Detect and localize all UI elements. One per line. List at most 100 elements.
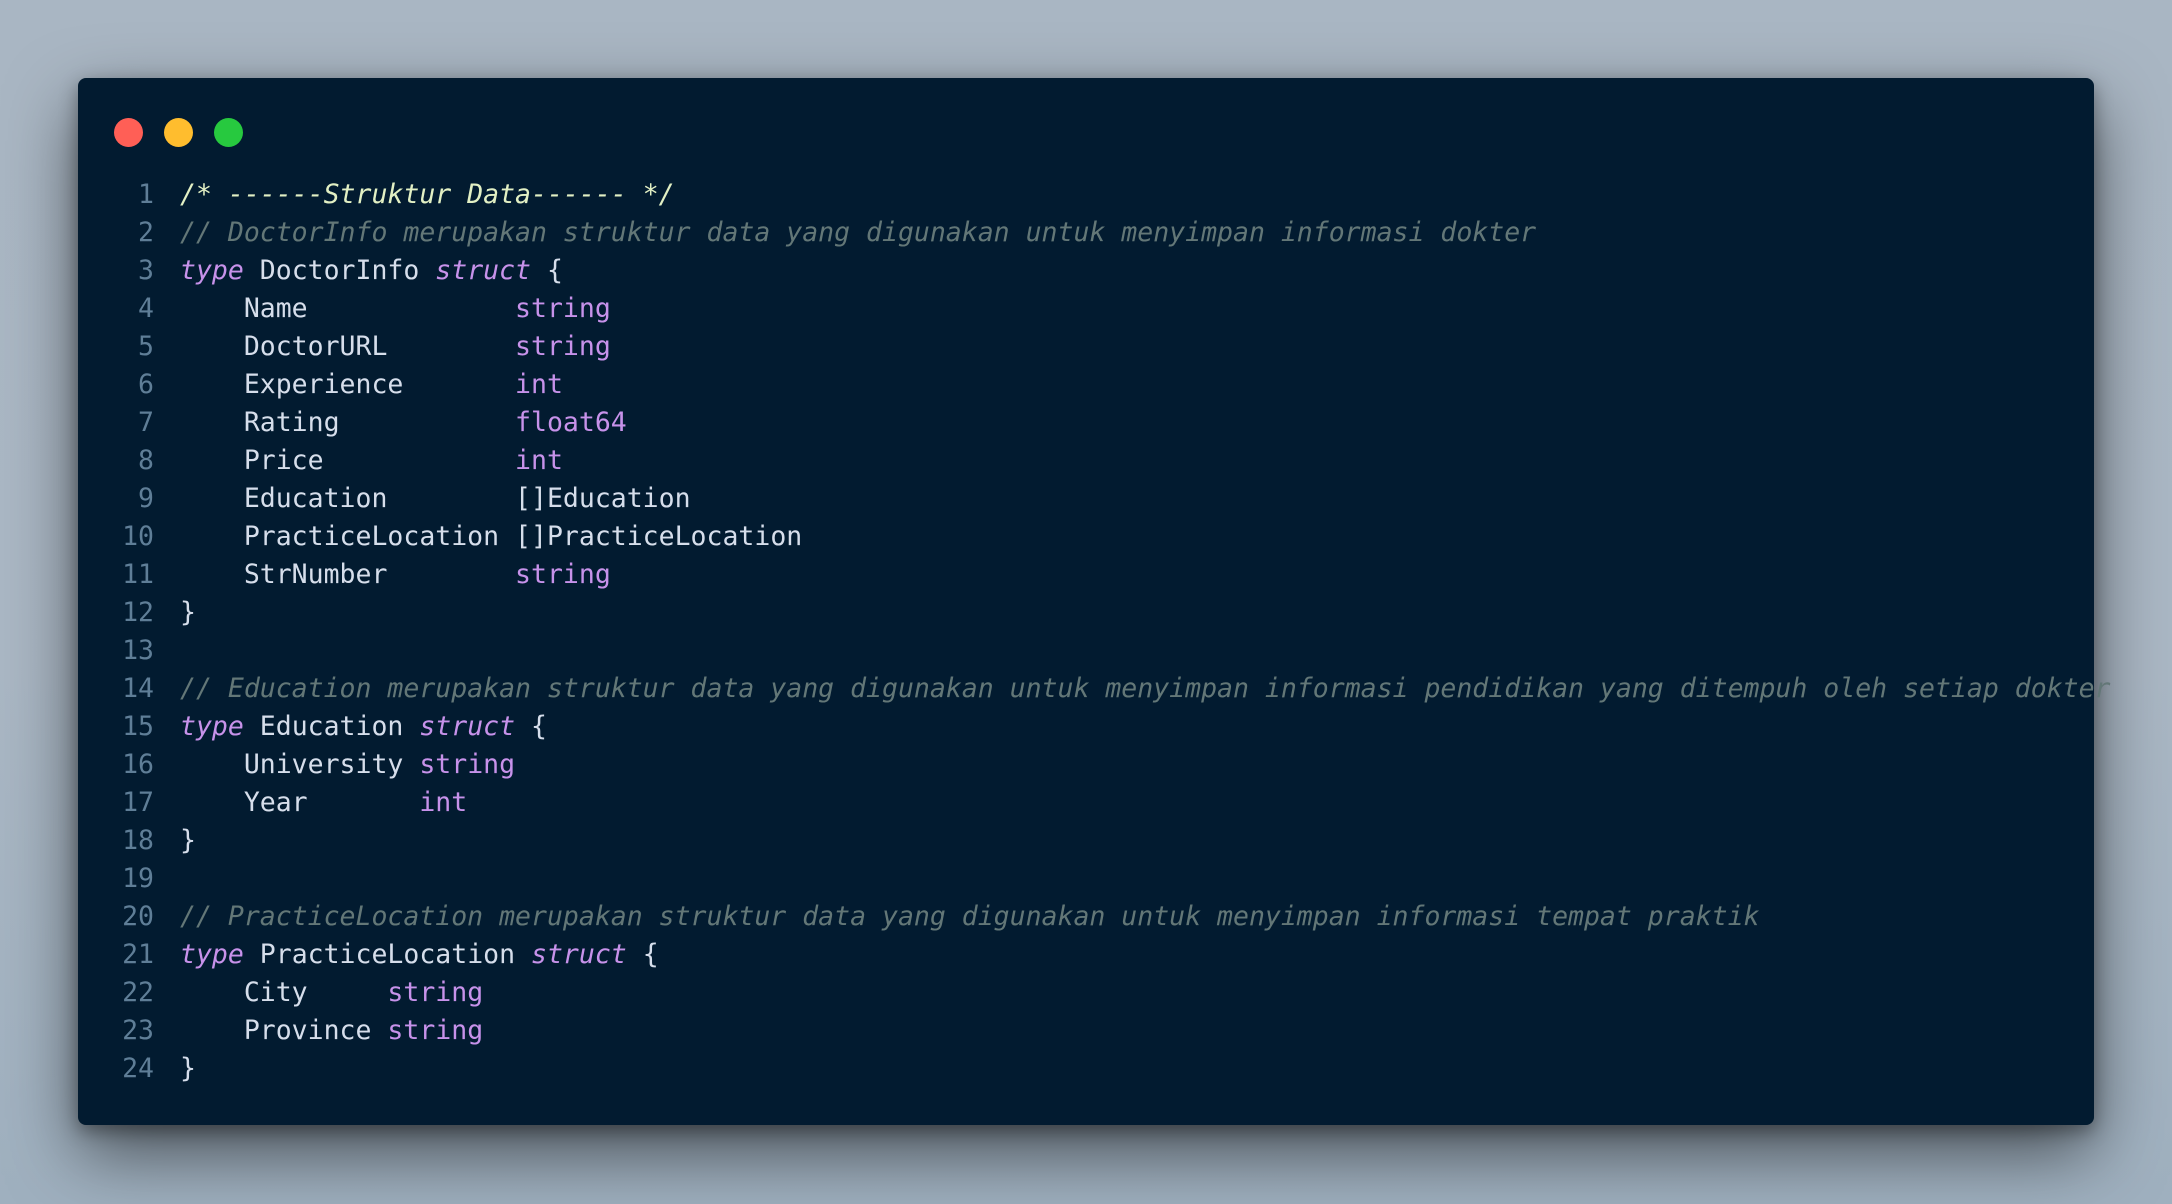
maximize-button[interactable] (214, 118, 243, 147)
close-button[interactable] (114, 118, 143, 147)
code-token: Rating (180, 407, 516, 438)
code-token: string (515, 559, 611, 590)
line-number: 7 (138, 407, 154, 438)
line-number: 15 (122, 711, 154, 742)
code-token: // PracticeLocation merupakan struktur d… (180, 901, 1760, 932)
code-token: Province (180, 1015, 388, 1046)
code-line: 4 Name string (114, 290, 2074, 328)
code-line: 12} (114, 594, 2074, 632)
code-line: 23 Province string (114, 1012, 2074, 1050)
code-line: 8 Price int (114, 442, 2074, 480)
code-token: type (180, 711, 244, 742)
line-number: 1 (138, 179, 154, 210)
code-line: 1/* ------Struktur Data------ */ (114, 176, 2074, 214)
line-source: } (154, 594, 196, 632)
line-number: 23 (122, 1015, 154, 1046)
code-line: 22 City string (114, 974, 2074, 1012)
line-source: Price int (154, 442, 563, 480)
line-source: // PracticeLocation merupakan struktur d… (154, 898, 1759, 936)
line-number: 5 (138, 331, 154, 362)
line-source: PracticeLocation []PracticeLocation (154, 518, 802, 556)
code-token: struct (435, 255, 532, 286)
code-token: } (180, 825, 196, 856)
code-token: { (515, 711, 547, 742)
code-token: type (180, 939, 244, 970)
code-token: ------ */ (531, 179, 675, 210)
code-token: type (180, 255, 244, 286)
code-token: University (180, 749, 420, 780)
code-token: Experience (180, 369, 516, 400)
line-source: type Education struct { (154, 708, 547, 746)
code-token: Year (180, 787, 420, 818)
code-token: struct (419, 711, 516, 742)
code-line: 5 DoctorURL string (114, 328, 2074, 366)
code-token: StrNumber (180, 559, 516, 590)
line-source (154, 632, 180, 670)
code-token: string (387, 1015, 484, 1046)
line-source: } (154, 822, 196, 860)
code-token: DoctorInfo (243, 255, 436, 286)
code-editor[interactable]: 1/* ------Struktur Data------ */2 // Doct… (114, 176, 2110, 1088)
line-source: // Education merupakan struktur data yan… (154, 670, 2110, 708)
code-token: Name (180, 293, 516, 324)
code-line: 21 type PracticeLocation struct { (114, 936, 2074, 974)
line-source: StrNumber string (154, 556, 611, 594)
line-number: 2 (138, 217, 154, 248)
line-source: Name string (154, 290, 611, 328)
line-number: 4 (138, 293, 154, 324)
code-token: struct (531, 939, 627, 970)
code-token: City (180, 977, 388, 1008)
line-number: 13 (122, 635, 154, 666)
line-number: 6 (138, 369, 154, 400)
line-source: Rating float64 (154, 404, 627, 442)
code-token: int (515, 445, 563, 476)
line-source: Province string (154, 1012, 483, 1050)
code-line: 9 Education []Education (114, 480, 2074, 518)
line-number: 21 (122, 939, 154, 970)
code-line: 20 // PracticeLocation merupakan struktur… (114, 898, 2074, 936)
code-token: // DoctorInfo merupakan struktur data ya… (180, 217, 1537, 248)
code-token: Education (243, 711, 420, 742)
code-token: Education (180, 483, 516, 514)
code-line: 10 PracticeLocation []PracticeLocation (114, 518, 2074, 556)
code-line: 19 (114, 860, 2074, 898)
code-line: 15 type Education struct { (114, 708, 2074, 746)
code-window: 1/* ------Struktur Data------ */2 // Doct… (78, 78, 2110, 1125)
line-number: 20 (122, 901, 154, 932)
line-number: 19 (122, 863, 154, 894)
code-token: PracticeLocation (180, 521, 516, 552)
code-token: PracticeLocation (243, 939, 532, 970)
line-number: 10 (122, 521, 154, 552)
code-line: 14 // Education merupakan struktur data y… (114, 670, 2110, 708)
code-line: 18} (114, 822, 2074, 860)
code-line: 3 type DoctorInfo struct { (114, 252, 2074, 290)
line-source: Year int (154, 784, 467, 822)
code-token: string (419, 749, 516, 780)
code-token: string (515, 293, 611, 324)
line-source: /* ------Struktur Data------ */ (154, 176, 675, 214)
line-source: City string (154, 974, 483, 1012)
code-token: Price (180, 445, 516, 476)
line-source: Experience int (154, 366, 563, 404)
line-number: 3 (138, 255, 154, 286)
code-token: } (180, 597, 196, 628)
minimize-button[interactable] (164, 118, 193, 147)
code-token: float64 (515, 407, 627, 438)
line-source: type PracticeLocation struct { (154, 936, 659, 974)
line-number: 16 (122, 749, 154, 780)
code-token: { (626, 939, 659, 970)
code-token: // Education merupakan struktur data yan… (180, 673, 2111, 704)
code-token: int (515, 369, 563, 400)
code-token: { (531, 255, 563, 286)
line-number: 12 (122, 597, 154, 628)
line-number: 14 (122, 673, 154, 704)
code-line: 6 Experience int (114, 366, 2074, 404)
window-controls (114, 118, 243, 147)
code-token: DoctorURL (180, 331, 516, 362)
line-source: } (154, 1050, 196, 1088)
line-number: 8 (138, 445, 154, 476)
code-line: 16 University string (114, 746, 2074, 784)
code-token: string (387, 977, 484, 1008)
line-number: 11 (122, 559, 154, 590)
code-line: 11 StrNumber string (114, 556, 2074, 594)
